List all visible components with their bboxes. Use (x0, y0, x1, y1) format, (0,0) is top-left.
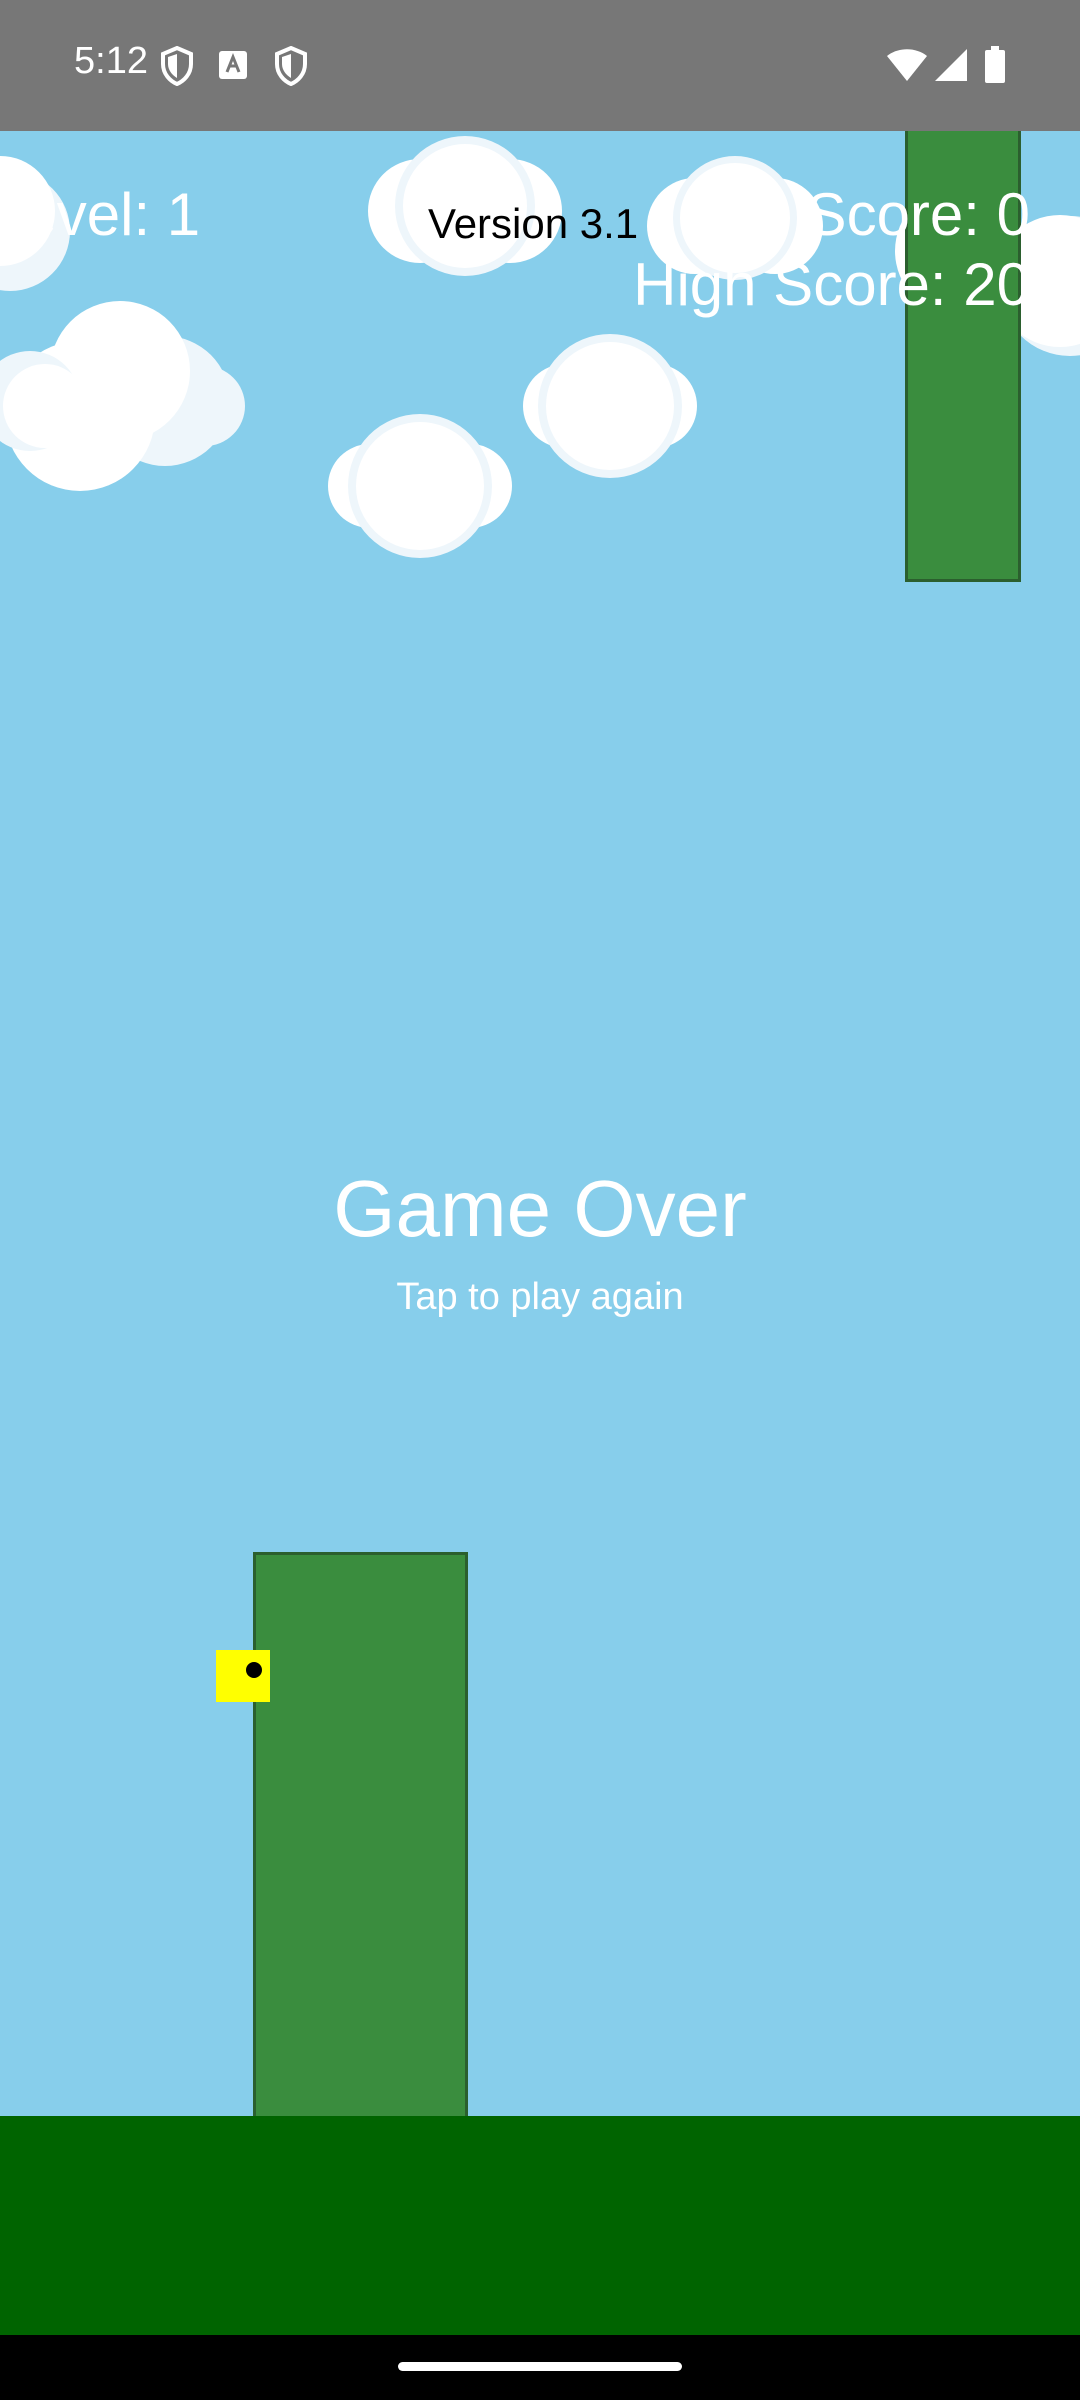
score-text: Score: 0 (806, 181, 1030, 248)
tap-to-play-again[interactable]: Tap to play again (0, 1276, 1080, 1319)
status-time: 5:12 (74, 40, 148, 82)
cloud (328, 414, 512, 558)
bird (216, 1650, 270, 1702)
high-score-text: High Score: 20 (633, 251, 1030, 318)
game-canvas[interactable] (0, 131, 1080, 2116)
shield-icon (161, 46, 193, 86)
wifi-icon (887, 49, 927, 81)
shield-icon (275, 46, 307, 86)
pipe-bottom (253, 1552, 468, 2116)
level-text: Level: 1 (0, 181, 201, 248)
home-gesture-handle[interactable] (398, 2362, 682, 2371)
bird-eye (246, 1662, 262, 1678)
version-label: Version 3.1 (428, 200, 639, 247)
ground (0, 2116, 1080, 2335)
status-bar: 5:12 (0, 0, 1080, 131)
cellular-signal-icon (935, 49, 967, 81)
battery-icon (985, 46, 1005, 83)
cloud (523, 334, 697, 478)
font-download-icon (219, 51, 247, 79)
game-over-title: Game Over (333, 1164, 747, 1253)
cloud (0, 301, 245, 491)
level-indicator: Level: 1 (0, 180, 200, 249)
